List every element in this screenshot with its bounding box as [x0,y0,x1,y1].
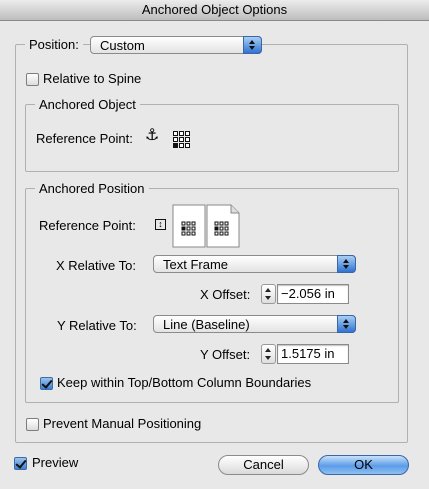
y-relative-to-select[interactable]: Line (Baseline) [153,315,356,333]
popup-arrows-icon [337,255,356,273]
y-offset-stepper[interactable] [261,344,276,364]
preview-checkbox[interactable] [14,457,27,470]
prevent-manual-positioning-label: Prevent Manual Positioning [43,416,202,431]
position-select[interactable]: Custom [90,36,262,54]
keep-within-checkbox[interactable] [40,377,53,390]
anchored-object-reference-point-grid[interactable] [173,131,190,148]
position-select-value: Custom [100,38,145,53]
cancel-button[interactable]: Cancel [218,455,309,475]
relative-to-spine-checkbox[interactable] [26,73,39,86]
y-offset-label: Y Offset: [200,347,251,362]
preview-label: Preview [32,455,79,470]
x-offset-stepper[interactable] [261,284,276,304]
y-offset-field[interactable]: 1.5175 in [277,344,349,364]
x-relative-to-value: Text Frame [163,257,229,272]
x-offset-label: X Offset: [200,287,251,302]
spine-reference-icon: ↕ [155,219,166,230]
anchored-object-reference-point-label: Reference Point: [36,131,133,146]
prevent-manual-positioning-checkbox[interactable] [26,418,39,431]
anchored-object-title: Anchored Object [35,97,140,113]
x-relative-to-select[interactable]: Text Frame [153,255,356,273]
position-label: Position: [25,37,83,53]
x-relative-to-label: X Relative To: [56,258,136,273]
anchored-position-reference-point-label: Reference Point: [39,218,136,233]
relative-to-spine-label: Relative to Spine [43,71,142,86]
window-title: Anchored Object Options [141,2,288,17]
keep-within-label: Keep within Top/Bottom Column Boundaries [57,375,312,390]
y-relative-to-label: Y Relative To: [57,318,137,333]
title-bar: Anchored Object Options [0,0,429,21]
popup-arrows-icon [243,36,262,54]
anchored-position-title: Anchored Position [35,181,149,197]
y-relative-to-value: Line (Baseline) [163,317,250,332]
popup-arrows-icon [337,315,356,333]
anchor-icon: ⚓ [145,127,160,144]
ok-button[interactable]: OK [318,455,409,475]
page-spread-reference-point-icon[interactable] [171,203,241,249]
x-offset-field[interactable]: −2.056 in [277,284,349,304]
